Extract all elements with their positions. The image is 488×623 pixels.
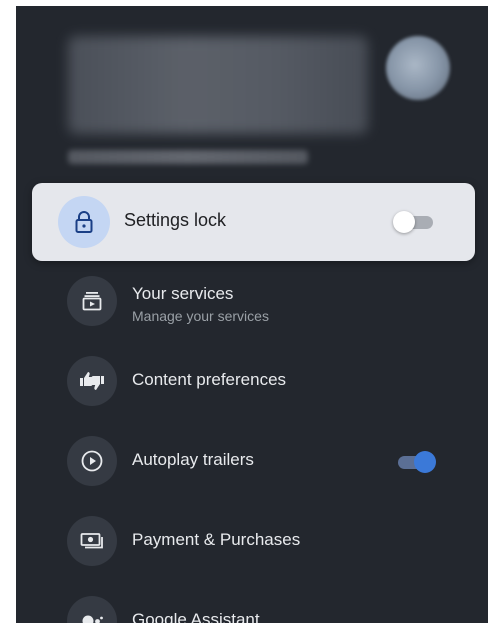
menu-item-sublabel: Manage your services [132, 308, 269, 324]
menu-item-label: Content preferences [132, 370, 287, 389]
settings-lock-toggle[interactable] [393, 211, 435, 233]
toggle-knob [393, 211, 415, 233]
play-circle-icon [67, 436, 117, 486]
menu-item-label: Payment & Purchases [132, 530, 301, 549]
settings-lock-label: Settings lock [124, 210, 227, 230]
menu-item-your-services[interactable]: Your services Manage your services [16, 272, 488, 332]
menu-item-label: Google Assistant [132, 610, 260, 623]
services-icon [67, 276, 117, 326]
menu-item-content-preferences[interactable]: Content preferences [16, 352, 488, 412]
account-settings-panel: Your services Manage your services Conte… [16, 6, 488, 623]
avatar[interactable] [386, 36, 450, 100]
account-name-blurred [68, 36, 368, 134]
assistant-icon [67, 596, 117, 623]
menu-item-google-assistant[interactable]: Google Assistant [16, 592, 488, 623]
menu-item-label: Your services [132, 284, 234, 303]
menu-item-autoplay-trailers[interactable]: Autoplay trailers [16, 432, 488, 492]
settings-lock-card[interactable]: Settings lock [32, 183, 475, 261]
lock-icon [58, 196, 110, 248]
menu-item-payment-purchases[interactable]: Payment & Purchases [16, 512, 488, 572]
account-email-blurred [68, 150, 308, 164]
autoplay-trailers-toggle[interactable] [394, 451, 436, 473]
payment-icon [67, 516, 117, 566]
thumbs-icon [67, 356, 117, 406]
toggle-knob [414, 451, 436, 473]
menu-item-label: Autoplay trailers [132, 450, 254, 469]
